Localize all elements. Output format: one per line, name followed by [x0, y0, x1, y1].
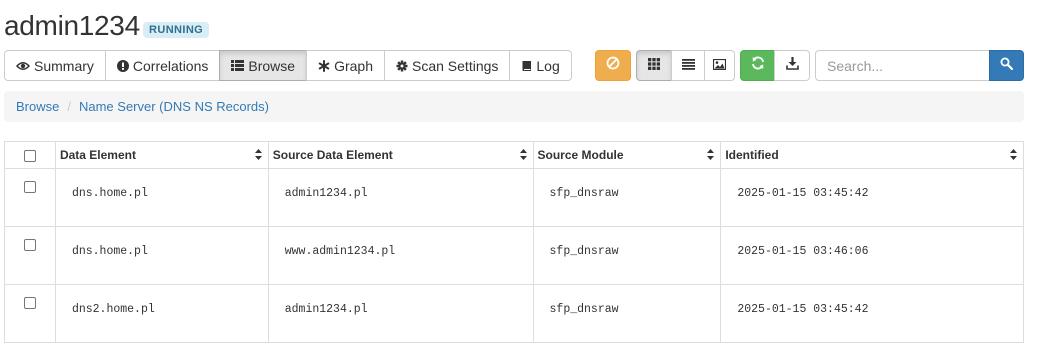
- table-row: dns.home.pl admin1234.pl sfp_dnsraw 2025…: [4, 168, 1024, 227]
- list-icon: [231, 60, 245, 71]
- list-view-button[interactable]: [671, 50, 705, 81]
- breadcrumb: Browse / Name Server (DNS NS Records): [4, 91, 1024, 122]
- sort-icon: [254, 149, 262, 163]
- table-header-row: Data Element Source Data Element Source …: [4, 141, 1024, 169]
- tab-label: Summary: [34, 57, 94, 74]
- column-header-source-module[interactable]: Source Module: [532, 141, 722, 169]
- identified-cell: 2025-01-15 03:45:42: [720, 284, 1024, 343]
- eye-icon: [16, 61, 30, 71]
- tab-graph[interactable]: Graph: [306, 50, 385, 81]
- row-checkbox[interactable]: [23, 239, 36, 251]
- tab-summary[interactable]: Summary: [4, 50, 106, 81]
- exclamation-circle-icon: [116, 59, 129, 72]
- asterisk-icon: [318, 59, 330, 72]
- data-element-cell: dns.home.pl: [54, 168, 269, 227]
- select-all-checkbox[interactable]: [23, 149, 36, 162]
- tab-label: Log: [536, 57, 560, 74]
- data-element-cell: dns.home.pl: [54, 226, 269, 285]
- row-select-cell: [4, 226, 56, 285]
- breadcrumb-current-link[interactable]: Name Server (DNS NS Records): [79, 99, 269, 114]
- image-view-button[interactable]: [704, 50, 735, 81]
- tab-label: Browse: [248, 57, 296, 74]
- search-icon: [1000, 57, 1014, 75]
- identified-cell: 2025-01-15 03:45:42: [720, 168, 1024, 227]
- grid-view-button[interactable]: [636, 50, 672, 81]
- source-module-cell: sfp_dnsraw: [532, 226, 722, 285]
- stop-scan-button[interactable]: [595, 50, 631, 81]
- row-select-cell: [4, 284, 56, 343]
- tab-label: Scan Settings: [412, 57, 499, 74]
- column-header-identified[interactable]: Identified: [720, 141, 1024, 169]
- table-row: dns.home.pl www.admin1234.pl sfp_dnsraw …: [4, 226, 1024, 285]
- gear-icon: [396, 60, 408, 72]
- source-module-cell: sfp_dnsraw: [532, 284, 722, 343]
- identified-cell: 2025-01-15 03:46:06: [720, 226, 1024, 285]
- column-header-source-data-element[interactable]: Source Data Element: [267, 141, 534, 169]
- tab-bar: Summary Correlations Browse Graph Scan S…: [4, 50, 572, 81]
- source-module-cell: sfp_dnsraw: [532, 168, 722, 227]
- data-element-cell: dns2.home.pl: [54, 284, 269, 343]
- row-checkbox[interactable]: [23, 181, 36, 193]
- tab-label: Graph: [334, 57, 373, 74]
- refresh-icon: [751, 56, 765, 75]
- row-select-cell: [4, 168, 56, 227]
- book-icon: [521, 60, 532, 72]
- tab-browse[interactable]: Browse: [219, 50, 308, 81]
- breadcrumb-separator: /: [67, 99, 71, 114]
- select-all-cell: [4, 141, 56, 169]
- column-header-label: Data Element: [59, 148, 136, 162]
- search-input[interactable]: [815, 50, 990, 81]
- column-header-label: Source Module: [537, 148, 624, 162]
- column-header-label: Source Data Element: [272, 148, 393, 162]
- breadcrumb-browse-link[interactable]: Browse: [16, 99, 59, 114]
- grid-icon: [648, 57, 660, 75]
- source-data-element-cell: www.admin1234.pl: [267, 226, 534, 285]
- download-button[interactable]: [774, 50, 810, 81]
- download-icon: [785, 56, 799, 75]
- column-header-data-element[interactable]: Data Element: [54, 141, 269, 169]
- tab-log[interactable]: Log: [509, 50, 572, 81]
- tab-scan-settings[interactable]: Scan Settings: [384, 50, 511, 81]
- search-button[interactable]: [989, 50, 1024, 81]
- refresh-button[interactable]: [740, 50, 775, 81]
- source-data-element-cell: admin1234.pl: [267, 284, 534, 343]
- source-data-element-cell: admin1234.pl: [267, 168, 534, 227]
- scan-title: admin1234: [4, 10, 140, 41]
- column-header-label: Identified: [725, 148, 779, 162]
- list-icon: [681, 57, 695, 75]
- tab-correlations[interactable]: Correlations: [104, 50, 221, 81]
- status-badge: RUNNING: [143, 22, 210, 38]
- row-checkbox[interactable]: [23, 297, 36, 309]
- tab-label: Correlations: [132, 57, 209, 74]
- ban-icon: [606, 56, 620, 75]
- image-icon: [712, 57, 727, 75]
- sort-icon: [519, 149, 527, 163]
- sort-icon: [1010, 149, 1017, 163]
- sort-icon: [707, 149, 715, 163]
- table-row: dns2.home.pl admin1234.pl sfp_dnsraw 202…: [4, 284, 1024, 343]
